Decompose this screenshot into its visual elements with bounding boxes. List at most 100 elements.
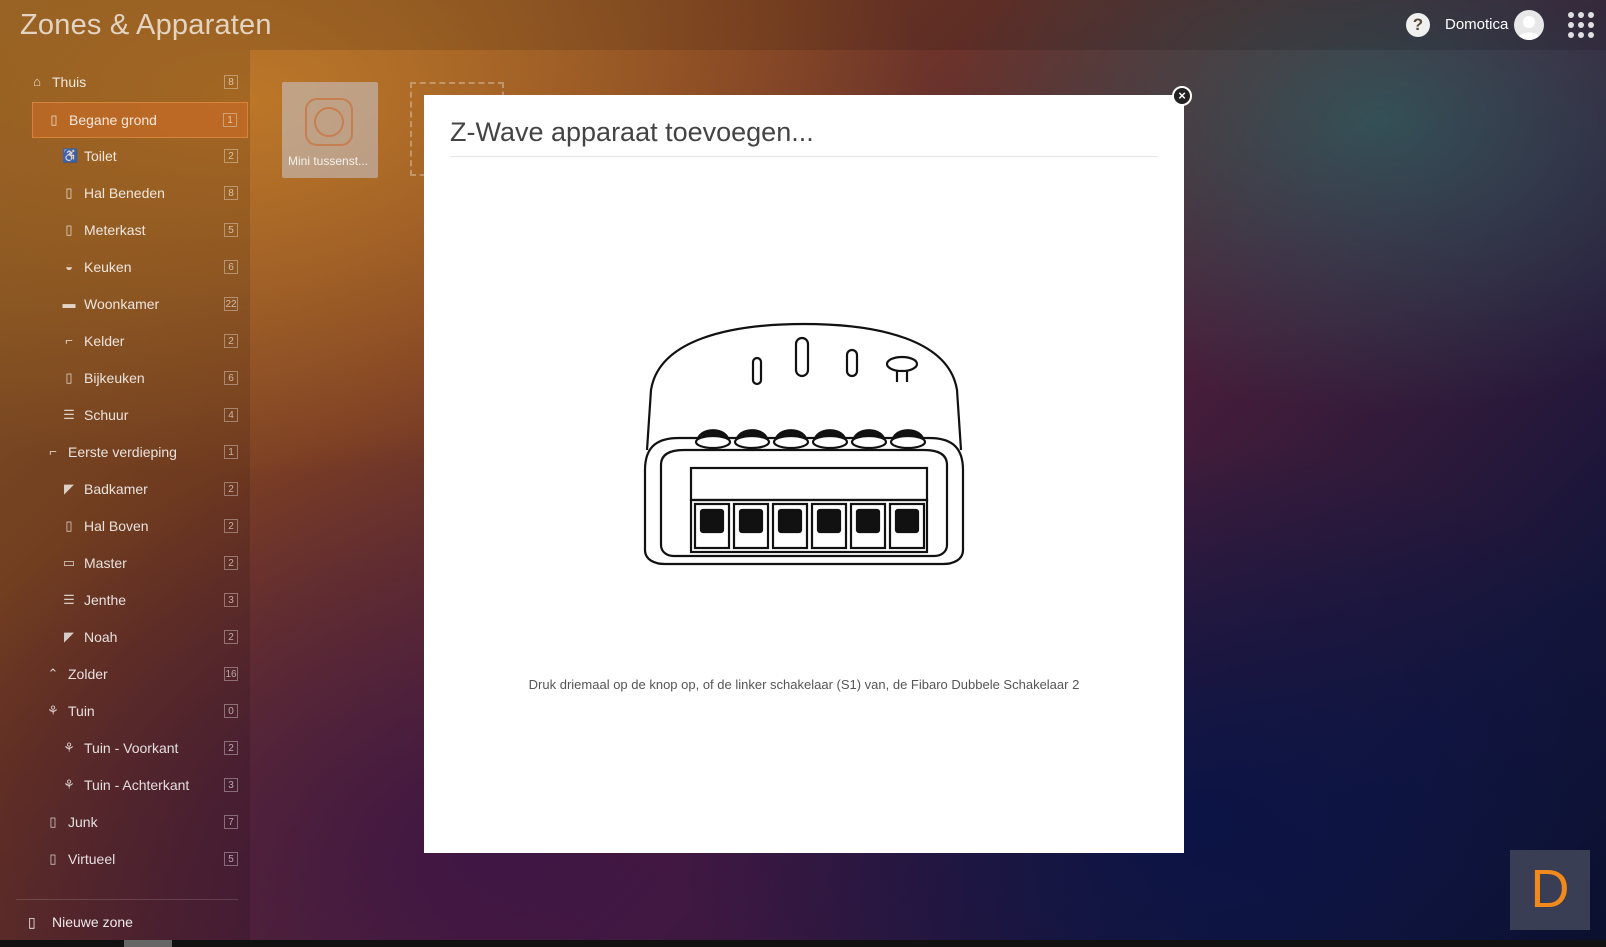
door-icon: ▯ [65,518,73,533]
zone-count-badge: 5 [224,852,238,866]
sidebar-item-woonkamer[interactable]: ▬ Woonkamer 22 [16,286,248,322]
dialog-instruction: Druk driemaal op de knop op, of de linke… [528,677,1080,692]
pot-icon: ◒ [65,259,73,274]
zone-count-badge: 6 [224,371,238,385]
sidebar-item-label: Schuur [84,407,129,423]
zone-count-badge: 1 [223,113,237,127]
sidebar-item-label: Hal Boven [84,518,149,534]
dialog-title: Z-Wave apparaat toevoegen... [450,117,814,147]
shed-icon: ☰ [63,407,75,422]
sidebar-item-schuur[interactable]: ☰ Schuur 4 [16,397,248,433]
zone-count-badge: 2 [224,630,238,644]
sidebar-item-noah[interactable]: ◤ Noah 2 [16,619,248,655]
sidebar-item-meterkast[interactable]: ▯ Meterkast 5 [16,212,248,248]
door-icon: ▯ [65,370,73,385]
zone-count-badge: 2 [224,334,238,348]
bottom-scrollbar[interactable] [0,940,1606,947]
sidebar-item-begane-grond[interactable]: ▯ Begane grond 1 [32,102,248,138]
sidebar-item-label: Hal Beneden [84,185,165,201]
bed-icon: ▭ [62,555,76,570]
sidebar-item-hal-boven[interactable]: ▯ Hal Boven 2 [16,508,248,544]
zone-count-badge: 6 [224,260,238,274]
sidebar-item-label: Zolder [68,666,108,682]
dialog-divider [450,156,1158,157]
sidebar-item-eerste-verdieping[interactable]: ⌐ Eerste verdieping 1 [16,434,248,470]
new-zone-label: Nieuwe zone [52,914,133,930]
zone-count-badge: 8 [224,186,238,200]
sidebar-divider [16,899,238,900]
sidebar-item-label: Thuis [52,74,87,90]
scrollbar-handle[interactable] [124,940,172,947]
avatar[interactable] [1514,10,1544,40]
zone-count-badge: 2 [224,149,238,163]
door-icon: ▯ [65,185,73,200]
plant-icon: ⚘ [63,740,75,755]
add-zwave-device-dialog: Z-Wave apparaat toevoegen... Druk driema… [424,95,1184,853]
sidebar-item-label: Tuin [68,703,95,719]
zone-count-badge: 5 [224,223,238,237]
sidebar-item-toilet[interactable]: ♿ Toilet 2 [16,138,248,174]
sidebar-item-tuin-voorkant[interactable]: ⚘ Tuin - Voorkant 2 [16,730,248,766]
zone-count-badge: 0 [224,704,238,718]
zone-count-badge: 16 [224,667,238,681]
sidebar-item-label: Junk [68,814,98,830]
sofa-icon: ▬ [62,296,76,311]
brand-letter: D [1530,859,1570,919]
home-icon: ⌂ [33,74,41,89]
page-title: Zones & Apparaten [20,9,272,41]
sidebar-item-kelder[interactable]: ⌐ Kelder 2 [16,323,248,359]
user-name[interactable]: Domotica [1445,16,1508,33]
socket-icon [305,98,353,146]
zone-count-badge: 22 [224,297,238,311]
sidebar: ⌂ Thuis 8 ▯ Begane grond 1 ♿ Toilet 2 ▯ … [0,50,250,947]
sidebar-item-label: Woonkamer [84,296,160,312]
sidebar-item-label: Jenthe [84,592,127,608]
brand-logo-tile[interactable]: D [1510,850,1590,930]
zone-count-badge: 3 [224,593,238,607]
sidebar-item-label: Meterkast [84,222,146,238]
zone-count-badge: 2 [224,556,238,570]
sidebar-item-label: Eerste verdieping [68,444,177,460]
sidebar-item-thuis[interactable]: ⌂ Thuis 8 [16,64,248,100]
sidebar-item-junk[interactable]: ▯ Junk 7 [16,804,248,840]
roof-icon: ⌃ [47,666,59,681]
sidebar-item-tuin-achterkant[interactable]: ⚘ Tuin - Achterkant 3 [16,767,248,803]
add-door-icon: ▯ [28,914,36,930]
sidebar-item-master[interactable]: ▭ Master 2 [16,545,248,581]
sidebar-item-tuin[interactable]: ⚘ Tuin 0 [16,693,248,729]
door-icon: ▯ [65,222,73,237]
shower-icon: ◤ [64,481,74,496]
zone-count-badge: 2 [224,519,238,533]
sidebar-item-virtueel[interactable]: ▯ Virtueel 5 [16,841,248,877]
sidebar-item-label: Tuin - Voorkant [84,740,179,756]
zone-count-badge: 1 [224,445,238,459]
sidebar-item-label: Bijkeuken [84,370,145,386]
dialog-close-button[interactable]: × [1172,86,1192,106]
zone-count-badge: 2 [224,482,238,496]
sidebar-item-label: Tuin - Achterkant [84,777,190,793]
sidebar-item-badkamer[interactable]: ◤ Badkamer 2 [16,471,248,507]
zone-count-badge: 7 [224,815,238,829]
plant-icon: ⚘ [47,703,59,718]
new-zone-button[interactable]: ▯ Nieuwe zone [28,914,133,931]
sidebar-item-hal-beneden[interactable]: ▯ Hal Beneden 8 [16,175,248,211]
zone-count-badge: 4 [224,408,238,422]
door-icon: ▯ [50,112,58,127]
sidebar-item-label: Master [84,555,127,571]
sidebar-item-label: Kelder [84,333,125,349]
sidebar-item-zolder[interactable]: ⌃ Zolder 16 [16,656,248,692]
plant-icon: ⚘ [63,777,75,792]
apps-grid-icon[interactable] [1568,12,1594,38]
sidebar-item-label: Noah [84,629,118,645]
zone-count-badge: 3 [224,778,238,792]
stairs-icon: ⌐ [49,444,57,459]
help-icon[interactable]: ? [1406,13,1430,37]
shower-icon: ◤ [64,629,74,644]
sidebar-item-label: Badkamer [84,481,148,497]
fibaro-double-switch-illustration [639,320,969,570]
sidebar-item-bijkeuken[interactable]: ▯ Bijkeuken 6 [16,360,248,396]
device-card[interactable]: Mini tussenst... [282,82,378,178]
sidebar-item-keuken[interactable]: ◒ Keuken 6 [16,249,248,285]
zone-count-badge: 8 [224,75,238,89]
sidebar-item-jenthe[interactable]: ☰ Jenthe 3 [16,582,248,618]
